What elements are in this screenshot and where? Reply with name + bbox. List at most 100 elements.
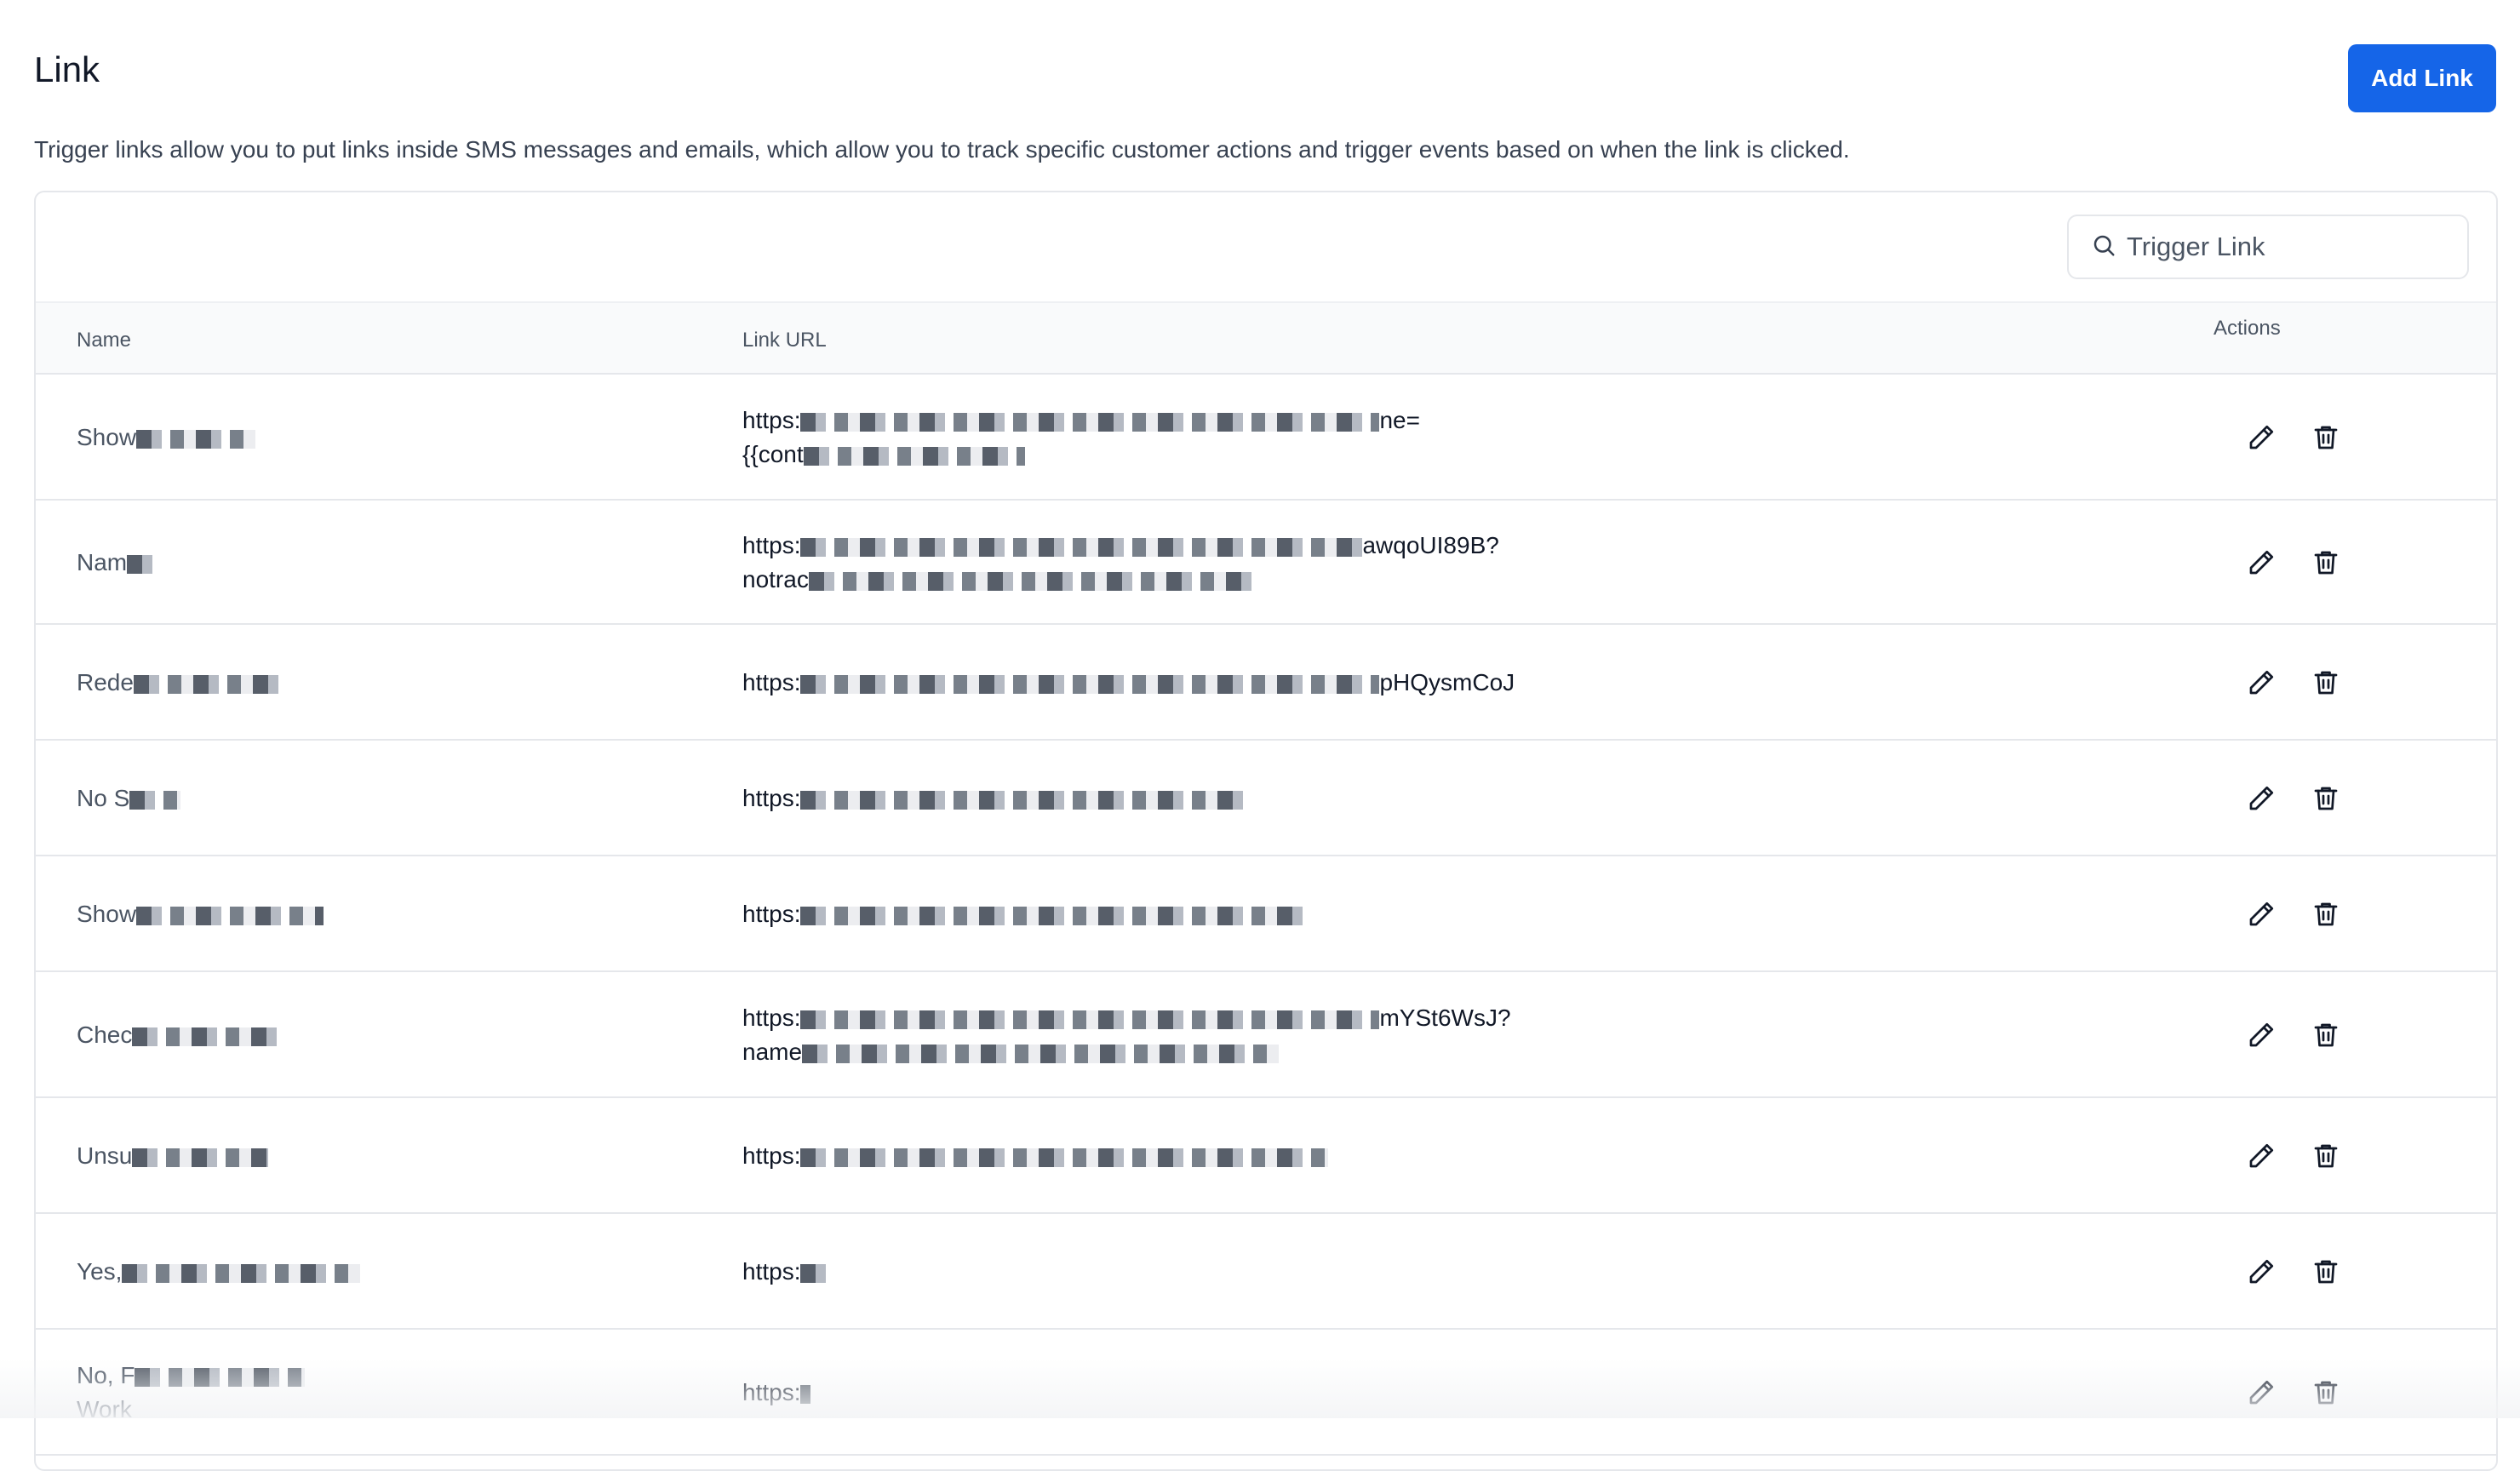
link-name-text: Rede [77,669,134,695]
pencil-icon[interactable] [2246,1020,2277,1050]
link-name: Rede [77,666,587,700]
link-name-text: Chec [77,1022,133,1048]
redacted-block [800,1263,835,1283]
link-name-text: Show [77,424,137,450]
row-actions [2246,667,2341,698]
link-name-text: Unsu [77,1142,133,1169]
table-row: No, F Work https: [36,1330,2496,1456]
link-url: https: [742,1139,1594,1173]
column-header-name: Name [77,329,132,352]
redacted-block [800,537,1363,557]
search-input[interactable] [2125,231,2452,263]
trash-icon[interactable] [2311,422,2341,453]
trash-icon[interactable] [2311,667,2341,698]
link-name-text: Nam [77,549,128,575]
row-actions [2246,422,2341,453]
redacted-block [136,429,256,449]
link-url-text: name [742,1039,803,1065]
pencil-icon[interactable] [2246,547,2277,578]
row-actions [2246,1141,2341,1171]
link-name: No, F Work [77,1359,587,1427]
redacted-block [800,674,1380,694]
table-row: Show https: [36,856,2496,972]
trash-icon[interactable] [2311,547,2341,578]
column-header-link-url: Link URL [742,329,827,352]
page-title: Link [34,49,100,89]
table-header: Name Link URL Actions [36,301,2496,375]
redacted-block [800,906,1312,925]
pencil-icon[interactable] [2246,667,2277,698]
link-name: Chec [77,1018,587,1052]
link-url: https: [742,1255,1594,1289]
links-card: Name Link URL Actions Show https: ne= {{con… [34,191,2498,1471]
redacted-block [803,446,1025,466]
pencil-icon[interactable] [2246,1256,2277,1287]
link-url: https: ne= {{cont [742,404,1594,472]
row-actions [2246,899,2341,930]
link-url-text: https: [742,1142,801,1169]
link-name-text: Yes, [77,1258,123,1285]
redacted-block [800,790,1244,810]
link-url-text: https: [742,532,801,558]
link-name-text: No, F [77,1362,135,1388]
link-url-text: https: [742,901,801,927]
row-actions [2246,1377,2341,1408]
link-url-text: https: [742,1258,801,1285]
table-row: Chec https: mYSt6WsJ? name [36,972,2496,1098]
redacted-block [800,412,1380,432]
trash-icon[interactable] [2311,1020,2341,1050]
link-name: Show [77,897,587,931]
table-row: Show https: ne= {{cont [36,375,2496,501]
pencil-icon[interactable] [2246,1141,2277,1171]
redacted-block [133,674,287,694]
link-url-text: awqoUI89B? [1362,532,1499,558]
redacted-block [136,906,324,925]
link-url-text: notrac [742,566,809,592]
redacted-block [808,571,1251,591]
trash-icon[interactable] [2311,1141,2341,1171]
pencil-icon[interactable] [2246,422,2277,453]
link-name: Unsu [77,1139,587,1173]
link-url: https: mYSt6WsJ? name [742,1001,1594,1069]
link-name: Yes, [77,1255,587,1289]
trash-icon[interactable] [2311,1256,2341,1287]
redacted-block [129,790,181,810]
link-url: https: pHQysmCoJ [742,666,1594,700]
link-name: Nam [77,546,587,580]
link-name-text: Show [77,901,137,927]
table-row: Rede https: pHQysmCoJ [36,625,2496,741]
redacted-block [132,1148,269,1167]
link-name-text: Work [77,1396,132,1422]
redacted-block [800,1384,811,1404]
link-url: https: awqoUI89B? notrac [742,529,1594,597]
redacted-block [800,1010,1380,1029]
row-actions [2246,783,2341,814]
link-url-text: https: [742,785,801,811]
trash-icon[interactable] [2311,1377,2341,1408]
pencil-icon[interactable] [2246,783,2277,814]
row-actions [2246,547,2341,578]
search-box[interactable] [2067,215,2469,279]
table-row: No S https: [36,741,2496,856]
table-row: Nam https: awqoUI89B? notrac [36,501,2496,625]
trash-icon[interactable] [2311,783,2341,814]
add-link-button[interactable]: Add Link [2348,44,2496,112]
page-description: Trigger links allow you to put links ins… [34,136,1850,163]
pencil-icon[interactable] [2246,1377,2277,1408]
redacted-block [127,554,162,574]
redacted-block [122,1263,361,1283]
redacted-block [800,1148,1329,1167]
link-url-text: ne= [1379,407,1420,433]
redacted-block [132,1027,286,1046]
row-actions [2246,1256,2341,1287]
pencil-icon[interactable] [2246,899,2277,930]
link-url: https: [742,1376,1594,1410]
link-url: https: [742,897,1594,931]
link-url-text: mYSt6WsJ? [1379,1005,1511,1031]
table-row: Unsu https: [36,1098,2496,1214]
link-url-text: https: [742,1379,801,1405]
row-actions [2246,1020,2341,1050]
link-url-text: https: [742,1005,801,1031]
redacted-block [135,1367,306,1387]
trash-icon[interactable] [2311,899,2341,930]
